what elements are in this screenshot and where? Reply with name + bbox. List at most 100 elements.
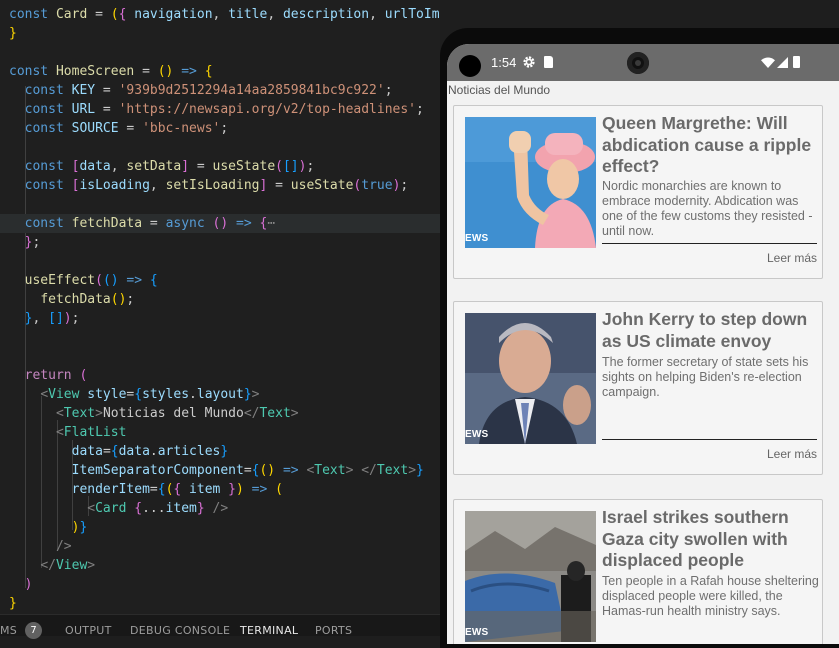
code-token: > <box>251 387 260 402</box>
code-line[interactable]: const KEY = '939b9d2512294a14aa2859841bc… <box>0 81 440 100</box>
code-line[interactable]: <View style={styles.layout}> <box>0 385 440 404</box>
code-line[interactable]: const URL = 'https://newsapi.org/v2/top-… <box>0 100 440 119</box>
code-token: styles <box>142 387 190 402</box>
article-title[interactable]: Queen Margrethe: Will abdication cause a… <box>602 113 822 178</box>
code-token: 'https://newsapi.org/v2/top-headlines' <box>118 102 417 117</box>
code-line[interactable]: ) <box>0 575 440 594</box>
tab-ports[interactable]: PORTS <box>315 624 352 637</box>
news-card[interactable]: EWS John Kerry to step down as US climat… <box>453 301 823 475</box>
code-token: , <box>149 178 166 193</box>
code-token: () <box>102 273 119 288</box>
code-token: URL <box>71 102 96 117</box>
code-line[interactable]: ItemSeparatorComponent={() => <Text> </T… <box>0 461 440 480</box>
tab-debug-console[interactable]: DEBUG CONSOLE <box>130 624 230 637</box>
code-line[interactable]: <Card {...item} /> <box>0 499 440 518</box>
code-token: ItemSeparatorComponent <box>71 463 244 478</box>
code-token: data <box>118 444 150 459</box>
code-token: ; <box>416 102 424 117</box>
news-card[interactable]: EWS Queen Margrethe: Will abdication cau… <box>453 105 823 279</box>
code-token: < <box>55 406 64 421</box>
code-token: , <box>369 7 385 22</box>
code-line[interactable]: data={data.articles} <box>0 442 440 461</box>
code-token: > </ <box>345 463 377 478</box>
code-token: true <box>361 178 393 193</box>
code-token: = <box>149 482 158 497</box>
code-token: } <box>243 387 252 402</box>
code-token: ... <box>142 501 166 516</box>
code-token: const <box>9 64 56 79</box>
code-token: SOURCE <box>71 121 119 136</box>
code-token: Text <box>376 463 409 478</box>
code-line[interactable]: const fetchData = async () => {⋯ <box>0 214 440 233</box>
code-line[interactable]: <Text>Noticias del Mundo</Text> <box>0 404 440 423</box>
code-token: </ <box>40 558 56 573</box>
code-editor[interactable]: const Card = ({ navigation, title, descr… <box>0 0 440 635</box>
code-line[interactable]: const [isLoading, setIsLoading] = useSta… <box>0 176 440 195</box>
code-token: = <box>134 64 158 79</box>
code-line[interactable] <box>0 43 440 62</box>
code-line[interactable]: } <box>0 24 440 43</box>
code-token: = <box>142 216 166 231</box>
code-token: const <box>24 102 72 117</box>
code-token: = <box>95 102 119 117</box>
code-token: > <box>408 463 417 478</box>
code-line[interactable]: renderItem={({ item }) => ( <box>0 480 440 499</box>
code-token: = <box>95 83 119 98</box>
code-token: layout <box>196 387 244 402</box>
code-line[interactable]: </View> <box>0 556 440 575</box>
code-token: FlatList <box>63 425 127 440</box>
code-token: = <box>87 7 111 22</box>
code-token: } <box>9 596 17 611</box>
emulator-screen[interactable]: 1:54 Noticias del Mundo EWS Queen Margre… <box>447 44 839 644</box>
problems-count-badge: 7 <box>25 622 42 639</box>
code-line[interactable] <box>0 347 440 366</box>
code-token: ; <box>71 311 80 326</box>
code-line[interactable] <box>0 195 440 214</box>
code-token: navigation <box>134 7 213 22</box>
read-more-link[interactable]: Leer más <box>767 447 817 461</box>
tab-problems[interactable]: MS <box>0 624 17 637</box>
bottom-panel-tabs: MS 7 OUTPUT DEBUG CONSOLE TERMINAL PORTS <box>0 614 440 639</box>
article-description: Ten people in a Rafah house sheltering d… <box>602 574 819 618</box>
tab-output[interactable]: OUTPUT <box>65 624 112 637</box>
code-line[interactable] <box>0 328 440 347</box>
code-line[interactable]: useEffect(() => { <box>0 271 440 290</box>
article-title[interactable]: Israel strikes southern Gaza city swolle… <box>602 507 822 572</box>
code-line[interactable]: fetchData(); <box>0 290 440 309</box>
article-title[interactable]: John Kerry to step down as US climate en… <box>602 309 822 352</box>
code-line[interactable]: return ( <box>0 366 440 385</box>
tab-terminal[interactable]: TERMINAL <box>240 624 298 637</box>
read-more-link[interactable]: Leer más <box>767 251 817 265</box>
code-line[interactable]: /> <box>0 537 440 556</box>
code-token: Text <box>259 406 291 421</box>
code-line[interactable]: const HomeScreen = () => { <box>0 62 440 81</box>
code-line[interactable] <box>0 138 440 157</box>
code-line[interactable]: }, []); <box>0 309 440 328</box>
code-line[interactable]: const Card = ({ navigation, title, descr… <box>0 5 440 24</box>
code-token: } <box>220 482 237 497</box>
news-card[interactable]: EWS Israel strikes southern Gaza city sw… <box>453 499 823 644</box>
code-token: => <box>173 64 205 79</box>
code-token: ] <box>181 159 190 174</box>
code-token: useEffect <box>24 273 96 288</box>
code-line[interactable]: const [data, setData] = useState([]); <box>0 157 440 176</box>
code-line[interactable]: const SOURCE = 'bbc-news'; <box>0 119 440 138</box>
code-line[interactable]: } <box>0 594 440 613</box>
code-line[interactable]: )} <box>0 518 440 537</box>
article-description: The former secretary of state sets his s… <box>602 355 809 399</box>
code-line[interactable]: <FlatList <box>0 423 440 442</box>
code-token: () <box>110 292 127 307</box>
code-line[interactable] <box>0 252 440 271</box>
code-line[interactable]: }; <box>0 233 440 252</box>
